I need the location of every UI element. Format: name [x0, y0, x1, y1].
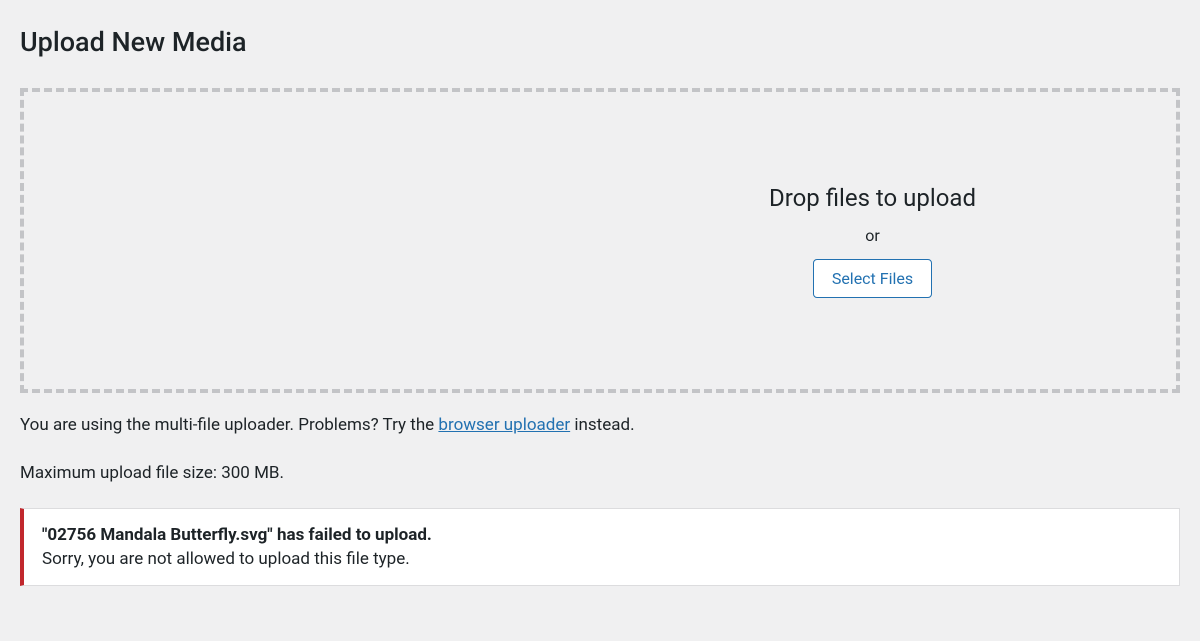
upload-dropzone[interactable]: Drop files to upload or Select Files: [20, 88, 1180, 393]
page-title: Upload New Media: [20, 20, 1180, 58]
or-separator-text: or: [865, 226, 880, 245]
browser-uploader-link[interactable]: browser uploader: [438, 415, 570, 435]
error-message: Sorry, you are not allowed to upload thi…: [42, 549, 1161, 569]
uploader-info-suffix: instead.: [570, 415, 634, 435]
uploader-info-prefix: You are using the multi-file uploader. P…: [20, 415, 438, 435]
drop-instruction-text: Drop files to upload: [769, 184, 976, 212]
error-title: "02756 Mandala Butterfly.svg" has failed…: [42, 525, 1161, 545]
error-filename: "02756 Mandala Butterfly.svg": [42, 525, 273, 545]
max-upload-size-text: Maximum upload file size: 300 MB.: [20, 461, 1180, 487]
dropzone-content: Drop files to upload or Select Files: [769, 184, 976, 298]
upload-error-notice: "02756 Mandala Butterfly.svg" has failed…: [20, 508, 1180, 586]
select-files-button[interactable]: Select Files: [813, 259, 932, 298]
uploader-info-text: You are using the multi-file uploader. P…: [20, 413, 1180, 439]
error-failed-text: has failed to upload.: [273, 525, 432, 545]
